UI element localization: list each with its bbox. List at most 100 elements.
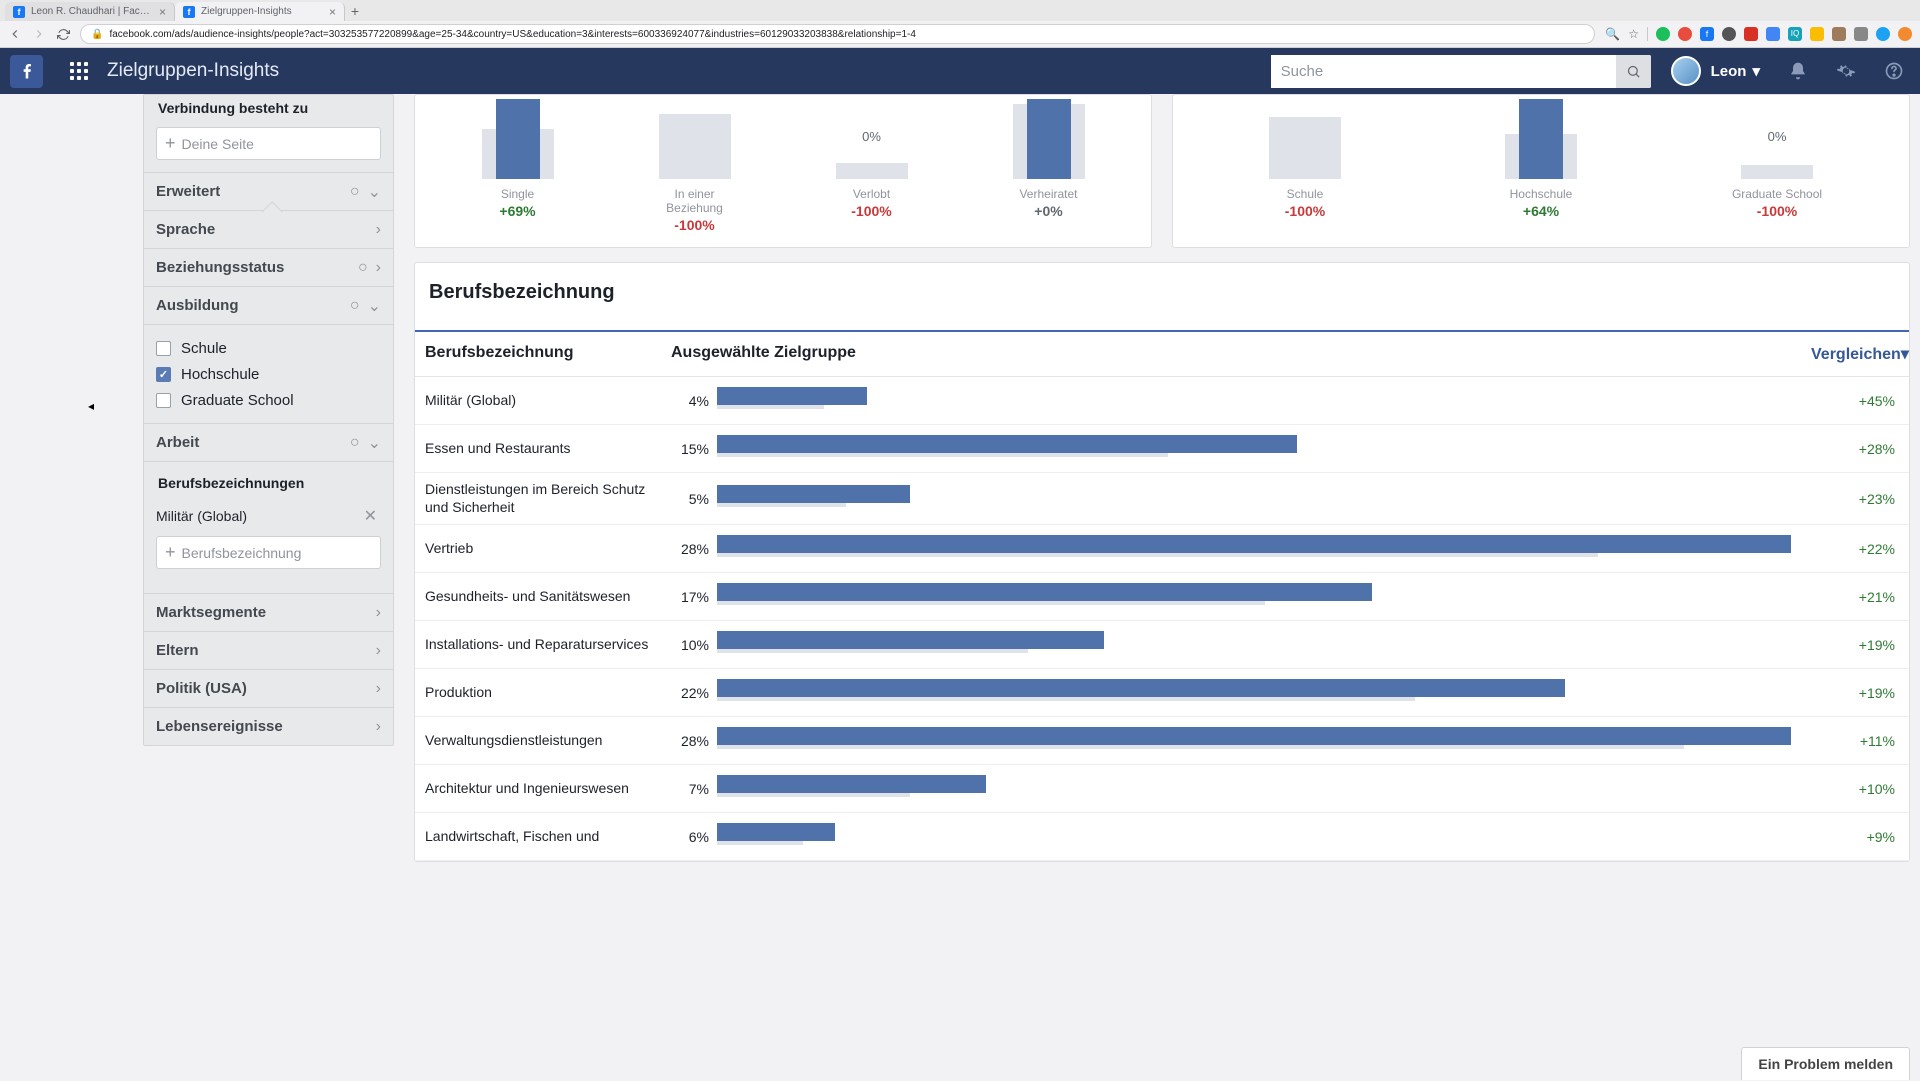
chevron-right-icon: › [376,604,381,622]
row-delta: +10% [1801,773,1909,805]
checkbox-icon [156,341,171,356]
bar-column [1255,97,1355,179]
th-name[interactable]: Berufsbezeichnung [415,332,661,376]
new-tab-button[interactable]: + [345,1,365,21]
row-percent: 4% [671,393,709,409]
ext-icon[interactable] [1810,27,1824,41]
row-bar: 5% [661,477,1801,521]
row-delta: +19% [1801,629,1909,661]
filter-arbeit[interactable]: Arbeit ○⌄ [144,423,393,461]
tab-facebook[interactable]: f Leon R. Chaudhari | Facebook × [5,2,175,21]
table-row[interactable]: Vertrieb 28% +22% [415,525,1909,573]
user-menu[interactable]: Leon▾ [1711,62,1760,80]
category-delta: +69% [468,203,568,219]
ext-icon[interactable] [1876,27,1890,41]
address-bar[interactable]: 🔒 facebook.com/ads/audience-insights/peo… [80,24,1595,44]
ext-icon[interactable] [1678,27,1692,41]
row-percent: 5% [671,491,709,507]
beruf-input[interactable]: +Berufsbezeichnung [156,536,381,569]
facebook-favicon-icon: f [13,6,25,18]
forward-button[interactable] [32,27,46,41]
check-label: Graduate School [181,392,294,409]
ext-icon[interactable] [1766,27,1780,41]
filter-label: Eltern [156,642,199,659]
remove-tag-button[interactable]: ✕ [360,502,381,530]
berufsbezeichnung-table: Berufsbezeichnung Berufsbezeichnung Ausg… [414,262,1910,862]
apps-grid-icon[interactable] [65,57,93,85]
close-icon[interactable]: × [329,5,336,19]
settings-icon[interactable] [1836,61,1856,81]
category-label: Verheiratet [999,187,1099,201]
row-delta: +11% [1801,725,1909,757]
filter-politik[interactable]: Politik (USA) › [144,669,393,707]
ext-icon[interactable]: f [1700,27,1714,41]
back-button[interactable] [8,27,22,41]
search-icon[interactable]: 🔍 [1605,27,1620,41]
lock-icon: 🔒 [91,29,103,40]
ext-icon[interactable] [1656,27,1670,41]
star-icon[interactable]: ☆ [1628,27,1639,41]
check-schule[interactable]: Schule [156,335,381,361]
chart-category: Hochschule+64% [1491,187,1591,219]
ext-icon[interactable] [1832,27,1846,41]
bar-column [468,97,568,179]
main-content: 0%0%Single+69%In einer Beziehung-100%Ver… [400,94,1920,1081]
filter-label: Arbeit [156,434,199,451]
row-bar: 17% [661,575,1801,619]
row-name: Produktion [415,676,661,710]
tab-insights[interactable]: f Zielgruppen-Insights × [175,2,345,21]
ext-icon[interactable] [1722,27,1736,41]
extension-icons: 🔍 ☆ f IQ [1605,27,1912,41]
search-button[interactable] [1616,55,1651,88]
reload-button[interactable] [56,27,70,41]
search-input[interactable] [1271,55,1616,88]
separator [1647,27,1648,41]
table-row[interactable]: Essen und Restaurants 15% +28% [415,425,1909,473]
row-bar: 15% [661,427,1801,471]
table-row[interactable]: Installations- und Reparaturservices 10%… [415,621,1909,669]
table-row[interactable]: Verwaltungsdienstleistungen 28% +11% [415,717,1909,765]
chart-category: Verlobt-100% [822,187,922,233]
bar-cell [717,631,1791,659]
ext-icon[interactable] [1854,27,1868,41]
dot-icon: ○ [358,259,368,277]
beruf-tag: Militär (Global) ✕ [144,498,393,530]
facebook-logo[interactable] [10,55,43,88]
table-row[interactable]: Produktion 22% +19% [415,669,1909,717]
bar-column: 0% [645,97,745,179]
table-row[interactable]: Gesundheits- und Sanitätswesen 17% +21% [415,573,1909,621]
check-graduate[interactable]: Graduate School [156,387,381,413]
table-row[interactable]: Dienstleistungen im Bereich Schutz und S… [415,473,1909,525]
table-row[interactable]: Landwirtschaft, Fischen und 6% +9% [415,813,1909,861]
th-zielgruppe[interactable]: Ausgewählte Zielgruppe [661,332,1801,376]
filter-eltern[interactable]: Eltern › [144,631,393,669]
filter-label: Ausbildung [156,297,239,314]
avatar[interactable] [1671,56,1701,86]
filter-marktsegmente[interactable]: Marktsegmente › [144,593,393,631]
ext-icon[interactable]: IQ [1788,27,1802,41]
ext-icon[interactable] [1898,27,1912,41]
filter-lebensereignisse[interactable]: Lebensereignisse › [144,707,393,745]
table-row[interactable]: Architektur und Ingenieurswesen 7% +10% [415,765,1909,813]
row-delta: +28% [1801,433,1909,465]
row-delta: +19% [1801,677,1909,709]
report-problem-button[interactable]: Ein Problem melden [1741,1047,1910,1080]
ausbildung-options: Schule Hochschule Graduate School [144,324,393,423]
table-row[interactable]: Militär (Global) 4% +45% [415,377,1909,425]
th-vergleichen[interactable]: Vergleichen▾ [1801,332,1909,376]
close-icon[interactable]: × [159,5,166,19]
facebook-favicon-icon: f [183,6,195,18]
filter-beziehungsstatus[interactable]: Beziehungsstatus ○› [144,248,393,286]
help-icon[interactable] [1884,61,1904,81]
chart-category: In einer Beziehung-100% [645,187,745,233]
notifications-icon[interactable] [1788,61,1808,81]
filter-label: Beziehungsstatus [156,259,284,276]
filter-ausbildung[interactable]: Ausbildung ○⌄ [144,286,393,324]
row-delta: +45% [1801,385,1909,417]
category-delta: -100% [1727,203,1827,219]
check-hochschule[interactable]: Hochschule [156,361,381,387]
ext-icon[interactable] [1744,27,1758,41]
deine-seite-input[interactable]: +Deine Seite [156,127,381,160]
url-text: facebook.com/ads/audience-insights/peopl… [109,29,915,40]
category-delta: -100% [645,217,745,233]
